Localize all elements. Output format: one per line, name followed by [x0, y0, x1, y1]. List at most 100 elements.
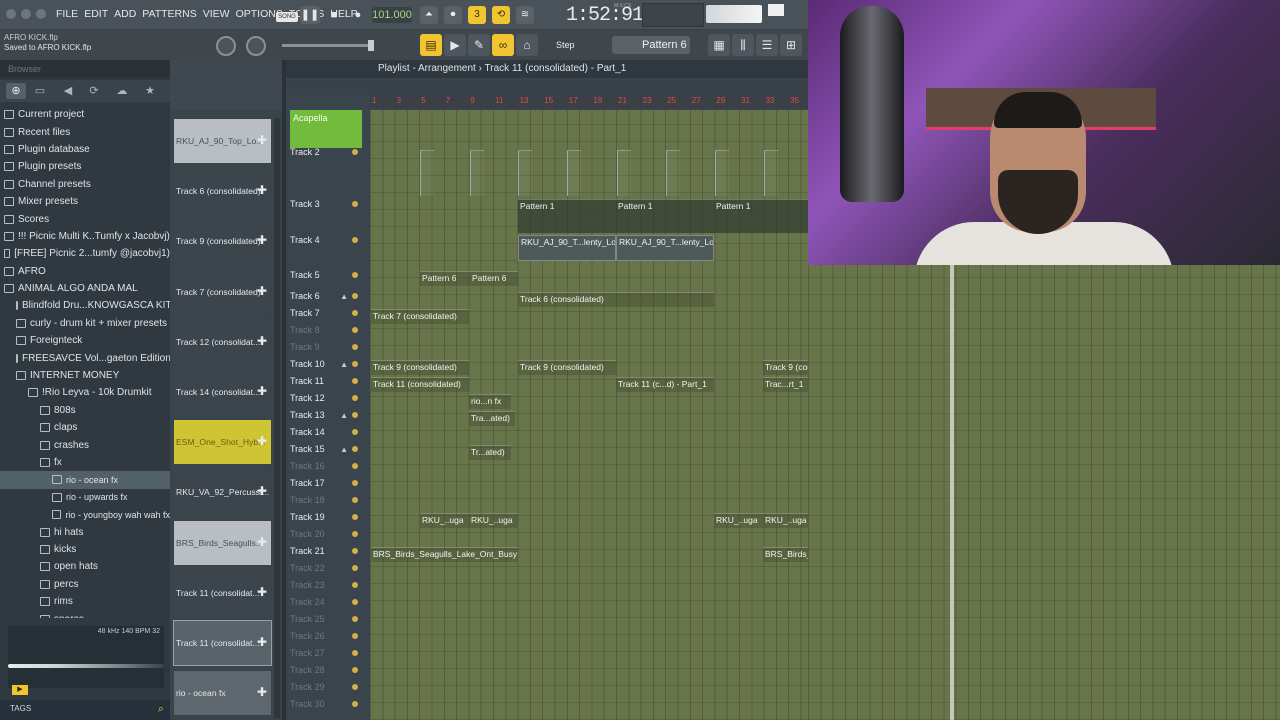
- track-mute-led[interactable]: [352, 480, 358, 486]
- track-collapse-icon[interactable]: ▲: [340, 441, 348, 458]
- track-mute-led[interactable]: [352, 531, 358, 537]
- playlist-clip[interactable]: Pattern 1: [616, 199, 714, 233]
- channel-row[interactable]: Track 9 (consolidated) ✚: [173, 218, 272, 265]
- track-header[interactable]: Track 11: [286, 373, 366, 390]
- track-mute-led[interactable]: [352, 395, 358, 401]
- record-button[interactable]: ●: [348, 6, 368, 24]
- browser-item[interactable]: claps: [0, 419, 170, 436]
- channel-row[interactable]: BRS_Birds_Seagulls... ✚: [173, 519, 272, 566]
- playlist-clip[interactable]: [518, 150, 532, 196]
- browser-item[interactable]: Plugin presets: [0, 158, 170, 175]
- browser-item[interactable]: AFRO: [0, 263, 170, 280]
- playlist-clip[interactable]: [567, 150, 581, 196]
- browser-item[interactable]: [FREE] Picnic 2...tumfy @jacobvj1): [0, 245, 170, 262]
- browser-item[interactable]: 808s: [0, 402, 170, 419]
- track-header[interactable]: Track 18: [286, 492, 366, 509]
- playhead[interactable]: [950, 265, 954, 720]
- track-mute-led[interactable]: [352, 412, 358, 418]
- browser-item[interactable]: rio - upwards fx: [0, 489, 170, 506]
- browser-item[interactable]: Foreignteck: [0, 332, 170, 349]
- browser-item[interactable]: rims: [0, 593, 170, 610]
- track-header[interactable]: Track 4: [286, 232, 366, 249]
- playlist-clip[interactable]: Track 9 (consolidated): [763, 360, 808, 375]
- track-mute-led[interactable]: [352, 514, 358, 520]
- playlist-clip[interactable]: [764, 150, 778, 196]
- blend-notes-icon[interactable]: ≋: [516, 6, 534, 24]
- track-header[interactable]: Track 24: [286, 594, 366, 611]
- channel-row[interactable]: Track 11 (consolidat... ✚: [173, 620, 272, 666]
- add-channel-icon[interactable]: ✚: [257, 334, 267, 348]
- track-mute-led[interactable]: [352, 582, 358, 588]
- track-mute-led[interactable]: [352, 429, 358, 435]
- playlist-clip[interactable]: RKU_..uga: [763, 513, 808, 528]
- playlist-clip[interactable]: Pattern 6: [470, 271, 518, 286]
- add-channel-icon[interactable]: ✚: [257, 635, 267, 649]
- browser-item[interactable]: crashes: [0, 436, 170, 453]
- channel-row[interactable]: RKU_VA_92_Percussi... ✚: [173, 469, 272, 516]
- track-mute-led[interactable]: [352, 272, 358, 278]
- track-mute-led[interactable]: [352, 327, 358, 333]
- track-mute-led[interactable]: [352, 201, 358, 207]
- main-volume-slider[interactable]: [282, 40, 374, 51]
- track-header[interactable]: Track 13 ▲: [286, 407, 366, 424]
- slider-handle[interactable]: [368, 40, 374, 51]
- countdown-icon[interactable]: 3: [468, 6, 486, 24]
- channel-row[interactable]: rio - ocean fx ✚: [173, 670, 272, 717]
- browser-item[interactable]: percs: [0, 576, 170, 593]
- track-header[interactable]: Track 17: [286, 475, 366, 492]
- track-header[interactable]: Track 14: [286, 424, 366, 441]
- menu-file[interactable]: FILE: [56, 8, 78, 20]
- pencil-icon[interactable]: ✎: [468, 34, 490, 56]
- channel-rack-icon[interactable]: ☰: [756, 34, 778, 56]
- track-header[interactable]: Track 5: [286, 267, 366, 284]
- wait-icon[interactable]: ⏺: [444, 6, 462, 24]
- playlist-clip[interactable]: Pattern 1: [518, 199, 616, 233]
- search-icon[interactable]: ⌕: [158, 703, 164, 716]
- channel-row[interactable]: Track 7 (consolidated) ✚: [173, 268, 272, 315]
- track-header[interactable]: Track 3: [286, 196, 366, 213]
- channel-scrollbar[interactable]: [274, 118, 280, 718]
- track-header[interactable]: Track 29: [286, 679, 366, 696]
- browser-item[interactable]: !!! Picnic Multi K..Tumfy x Jacobvj): [0, 228, 170, 245]
- track-header[interactable]: Track 8: [286, 322, 366, 339]
- loop-record-icon[interactable]: ⟲: [492, 6, 510, 24]
- track-mute-led[interactable]: [352, 565, 358, 571]
- track-mute-led[interactable]: [352, 463, 358, 469]
- add-channel-icon[interactable]: ✚: [257, 585, 267, 599]
- channel-row[interactable]: Track 11 (consolidat... ✚: [173, 569, 272, 616]
- playlist-clip[interactable]: BRS_Birds_Seagulls_Lake_Ont_Busy: [371, 547, 518, 562]
- track-mute-led[interactable]: [352, 701, 358, 707]
- playlist-clip[interactable]: Track 11 (consolidated): [371, 377, 469, 392]
- add-channel-icon[interactable]: ✚: [257, 284, 267, 298]
- menu-edit[interactable]: EDIT: [84, 8, 108, 20]
- browser-item[interactable]: kicks: [0, 541, 170, 558]
- track-header[interactable]: Track 10 ▲: [286, 356, 366, 373]
- track-header[interactable]: Track 9: [286, 339, 366, 356]
- track-mute-led[interactable]: [352, 616, 358, 622]
- snap-selector[interactable]: Step: [556, 37, 600, 53]
- browser-item[interactable]: Channel presets: [0, 176, 170, 193]
- playlist-clip[interactable]: [666, 150, 680, 196]
- track-mute-led[interactable]: [352, 361, 358, 367]
- stamp-icon[interactable]: ⌂: [516, 34, 538, 56]
- browser-item[interactable]: INTERNET MONEY: [0, 367, 170, 384]
- play-pattern-icon[interactable]: ▶: [444, 34, 466, 56]
- piano-roll-icon[interactable]: ▤: [420, 34, 442, 56]
- back-icon[interactable]: ◀: [58, 83, 78, 99]
- browser-item[interactable]: Blindfold Dru...KNOWGASCA KIT: [0, 297, 170, 314]
- track-header[interactable]: Track 16: [286, 458, 366, 475]
- browser-item[interactable]: !Rio Leyva - 10k Drumkit: [0, 384, 170, 401]
- add-channel-icon[interactable]: ✚: [257, 535, 267, 549]
- track-header[interactable]: Track 28: [286, 662, 366, 679]
- browser-item[interactable]: snares: [0, 610, 170, 618]
- track-mute-led[interactable]: [352, 310, 358, 316]
- track-header[interactable]: Track 2: [286, 144, 366, 161]
- playlist-clip[interactable]: Track 6 (consolidated): [518, 292, 714, 307]
- playlist-clip[interactable]: Pattern 1: [714, 199, 808, 233]
- browser-item[interactable]: rio - youngboy wah wah fx: [0, 506, 170, 523]
- track-mute-led[interactable]: [352, 446, 358, 452]
- link-icon[interactable]: ∞: [492, 34, 514, 56]
- refresh-icon[interactable]: ⟳: [84, 83, 104, 99]
- cloud-icon[interactable]: ☁: [112, 83, 132, 99]
- channel-row[interactable]: Track 12 (consolidat... ✚: [173, 318, 272, 365]
